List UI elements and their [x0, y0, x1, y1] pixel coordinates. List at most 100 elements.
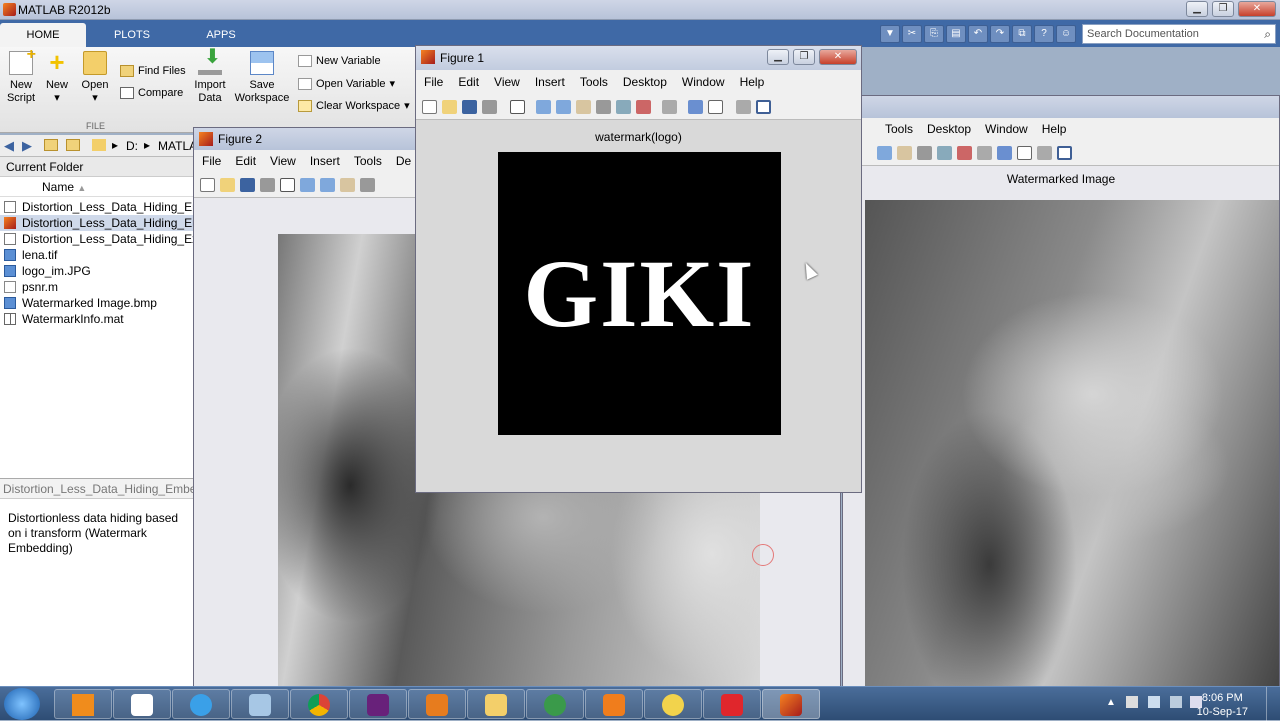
new-script-button[interactable]: + New Script [4, 47, 38, 105]
network-taskbar-button[interactable] [526, 689, 584, 719]
show-plot-tools-icon[interactable] [1057, 145, 1072, 160]
new-button[interactable]: + New ▾ [42, 49, 72, 105]
open-file-icon[interactable] [220, 177, 235, 192]
menu-view[interactable]: View [494, 75, 520, 89]
rotate-icon[interactable] [917, 145, 932, 160]
zoom-in-icon[interactable] [300, 177, 315, 192]
link-plot-icon[interactable] [662, 99, 677, 114]
search-documentation-input[interactable]: Search Documentation ⌕ [1082, 24, 1276, 44]
file-item[interactable]: WatermarkInfo.mat [0, 311, 193, 327]
find-files-button[interactable]: Find Files [120, 65, 186, 77]
tab-apps[interactable]: APPS [178, 23, 264, 47]
menu-help[interactable]: Help [1042, 122, 1067, 136]
tab-home[interactable]: HOME [0, 23, 86, 47]
new-figure-icon[interactable] [200, 177, 215, 192]
zoom-out-icon[interactable] [877, 145, 892, 160]
figure-1-titlebar[interactable]: Figure 1 ▁ ❐ ✕ [416, 46, 861, 70]
figure-close-button[interactable]: ✕ [819, 49, 857, 65]
menu-file[interactable]: File [202, 154, 221, 168]
save-icon[interactable]: ▼ [880, 25, 900, 43]
notepad-taskbar-button[interactable] [113, 689, 171, 719]
file-item[interactable]: lena.tif [0, 247, 193, 263]
data-cursor-icon[interactable] [616, 99, 631, 114]
brush-icon[interactable] [957, 145, 972, 160]
community-icon[interactable]: ☺ [1056, 25, 1076, 43]
visual-studio-taskbar-button[interactable] [349, 689, 407, 719]
figure-maximize-button[interactable]: ❐ [793, 49, 815, 65]
file-item[interactable]: Distortion_Less_Data_Hiding_Er [0, 215, 193, 231]
tray-expand-icon[interactable]: ▲ [1106, 697, 1116, 708]
undo-icon[interactable]: ↶ [968, 25, 988, 43]
menu-insert[interactable]: Insert [310, 154, 340, 168]
menu-desktop[interactable]: De [396, 154, 411, 168]
compare-button[interactable]: Compare [120, 87, 183, 99]
open-button[interactable]: Open ▾ [78, 51, 112, 105]
explorer-taskbar-button[interactable] [467, 689, 525, 719]
zoom-out-icon[interactable] [320, 177, 335, 192]
path-drive[interactable]: D: [126, 139, 138, 153]
network-icon[interactable] [1148, 696, 1160, 708]
legend-icon[interactable] [1017, 145, 1032, 160]
menu-desktop[interactable]: Desktop [623, 75, 667, 89]
matlab-taskbar-button[interactable] [762, 689, 820, 719]
file-item[interactable]: psnr.m [0, 279, 193, 295]
menu-tools[interactable]: Tools [354, 154, 382, 168]
legend-icon[interactable] [708, 99, 723, 114]
name-column-header[interactable]: Name ▲ [0, 177, 193, 197]
menu-file[interactable]: File [424, 75, 443, 89]
chrome-taskbar-button[interactable] [290, 689, 348, 719]
path-folder[interactable]: MATLA [158, 139, 197, 153]
flag-icon[interactable] [1126, 696, 1138, 708]
brush-icon[interactable] [636, 99, 651, 114]
maximize-button[interactable]: ❐ [1212, 1, 1234, 17]
link-plot-icon[interactable] [977, 145, 992, 160]
menu-tools[interactable]: Tools [580, 75, 608, 89]
rotate-icon[interactable] [596, 99, 611, 114]
rotate-icon[interactable] [360, 177, 375, 192]
show-desktop-button[interactable] [1266, 687, 1280, 721]
minimize-button[interactable]: ▁ [1186, 1, 1208, 17]
taskbar-clock[interactable]: 8:06 PM 10-Sep-17 [1197, 691, 1248, 719]
open-file-icon[interactable] [442, 99, 457, 114]
save-figure-icon[interactable] [240, 177, 255, 192]
file-item[interactable]: Distortion_Less_Data_Hiding_Em [0, 199, 193, 215]
uc-browser-taskbar-button[interactable] [585, 689, 643, 719]
redo-icon[interactable]: ↷ [990, 25, 1010, 43]
app-taskbar-button[interactable] [231, 689, 289, 719]
tab-plots[interactable]: PLOTS [89, 23, 175, 47]
browse-folder-icon[interactable] [66, 139, 80, 151]
media-taskbar-button[interactable] [408, 689, 466, 719]
clear-workspace-button[interactable]: Clear Workspace ▾ [298, 99, 410, 112]
figure-3-titlebar[interactable] [843, 96, 1279, 118]
hide-plot-tools-icon[interactable] [736, 99, 751, 114]
file-item[interactable]: Distortion_Less_Data_Hiding_Ex [0, 231, 193, 247]
figure-window-1[interactable]: Figure 1 ▁ ❐ ✕ File Edit View Insert Too… [415, 45, 862, 493]
menu-desktop[interactable]: Desktop [927, 122, 971, 136]
menu-window[interactable]: Window [682, 75, 725, 89]
vlc-taskbar-button[interactable] [54, 689, 112, 719]
hide-plot-tools-icon[interactable] [1037, 145, 1052, 160]
select-arrow-icon[interactable] [280, 177, 295, 192]
close-button[interactable]: ✕ [1238, 1, 1276, 17]
search-icon[interactable]: ⌕ [1264, 27, 1271, 42]
menu-view[interactable]: View [270, 154, 296, 168]
pan-icon[interactable] [576, 99, 591, 114]
save-workspace-button[interactable]: Save Workspace [234, 51, 290, 105]
paste-icon[interactable]: ▤ [946, 25, 966, 43]
zoom-in-icon[interactable] [536, 99, 551, 114]
menu-insert[interactable]: Insert [535, 75, 565, 89]
save-figure-icon[interactable] [462, 99, 477, 114]
forward-arrow-icon[interactable]: ▶ [22, 138, 32, 154]
start-button[interactable] [4, 688, 40, 720]
back-arrow-icon[interactable]: ◀ [4, 138, 14, 154]
switch-windows-icon[interactable]: ⧉ [1012, 25, 1032, 43]
show-plot-tools-icon[interactable] [756, 99, 771, 114]
select-arrow-icon[interactable] [510, 99, 525, 114]
print-icon[interactable] [482, 99, 497, 114]
copy-icon[interactable]: ⎘ [924, 25, 944, 43]
pan-icon[interactable] [897, 145, 912, 160]
menu-window[interactable]: Window [985, 122, 1028, 136]
new-variable-button[interactable]: New Variable [298, 55, 381, 67]
clock-app-taskbar-button[interactable] [644, 689, 702, 719]
menu-edit[interactable]: Edit [458, 75, 479, 89]
